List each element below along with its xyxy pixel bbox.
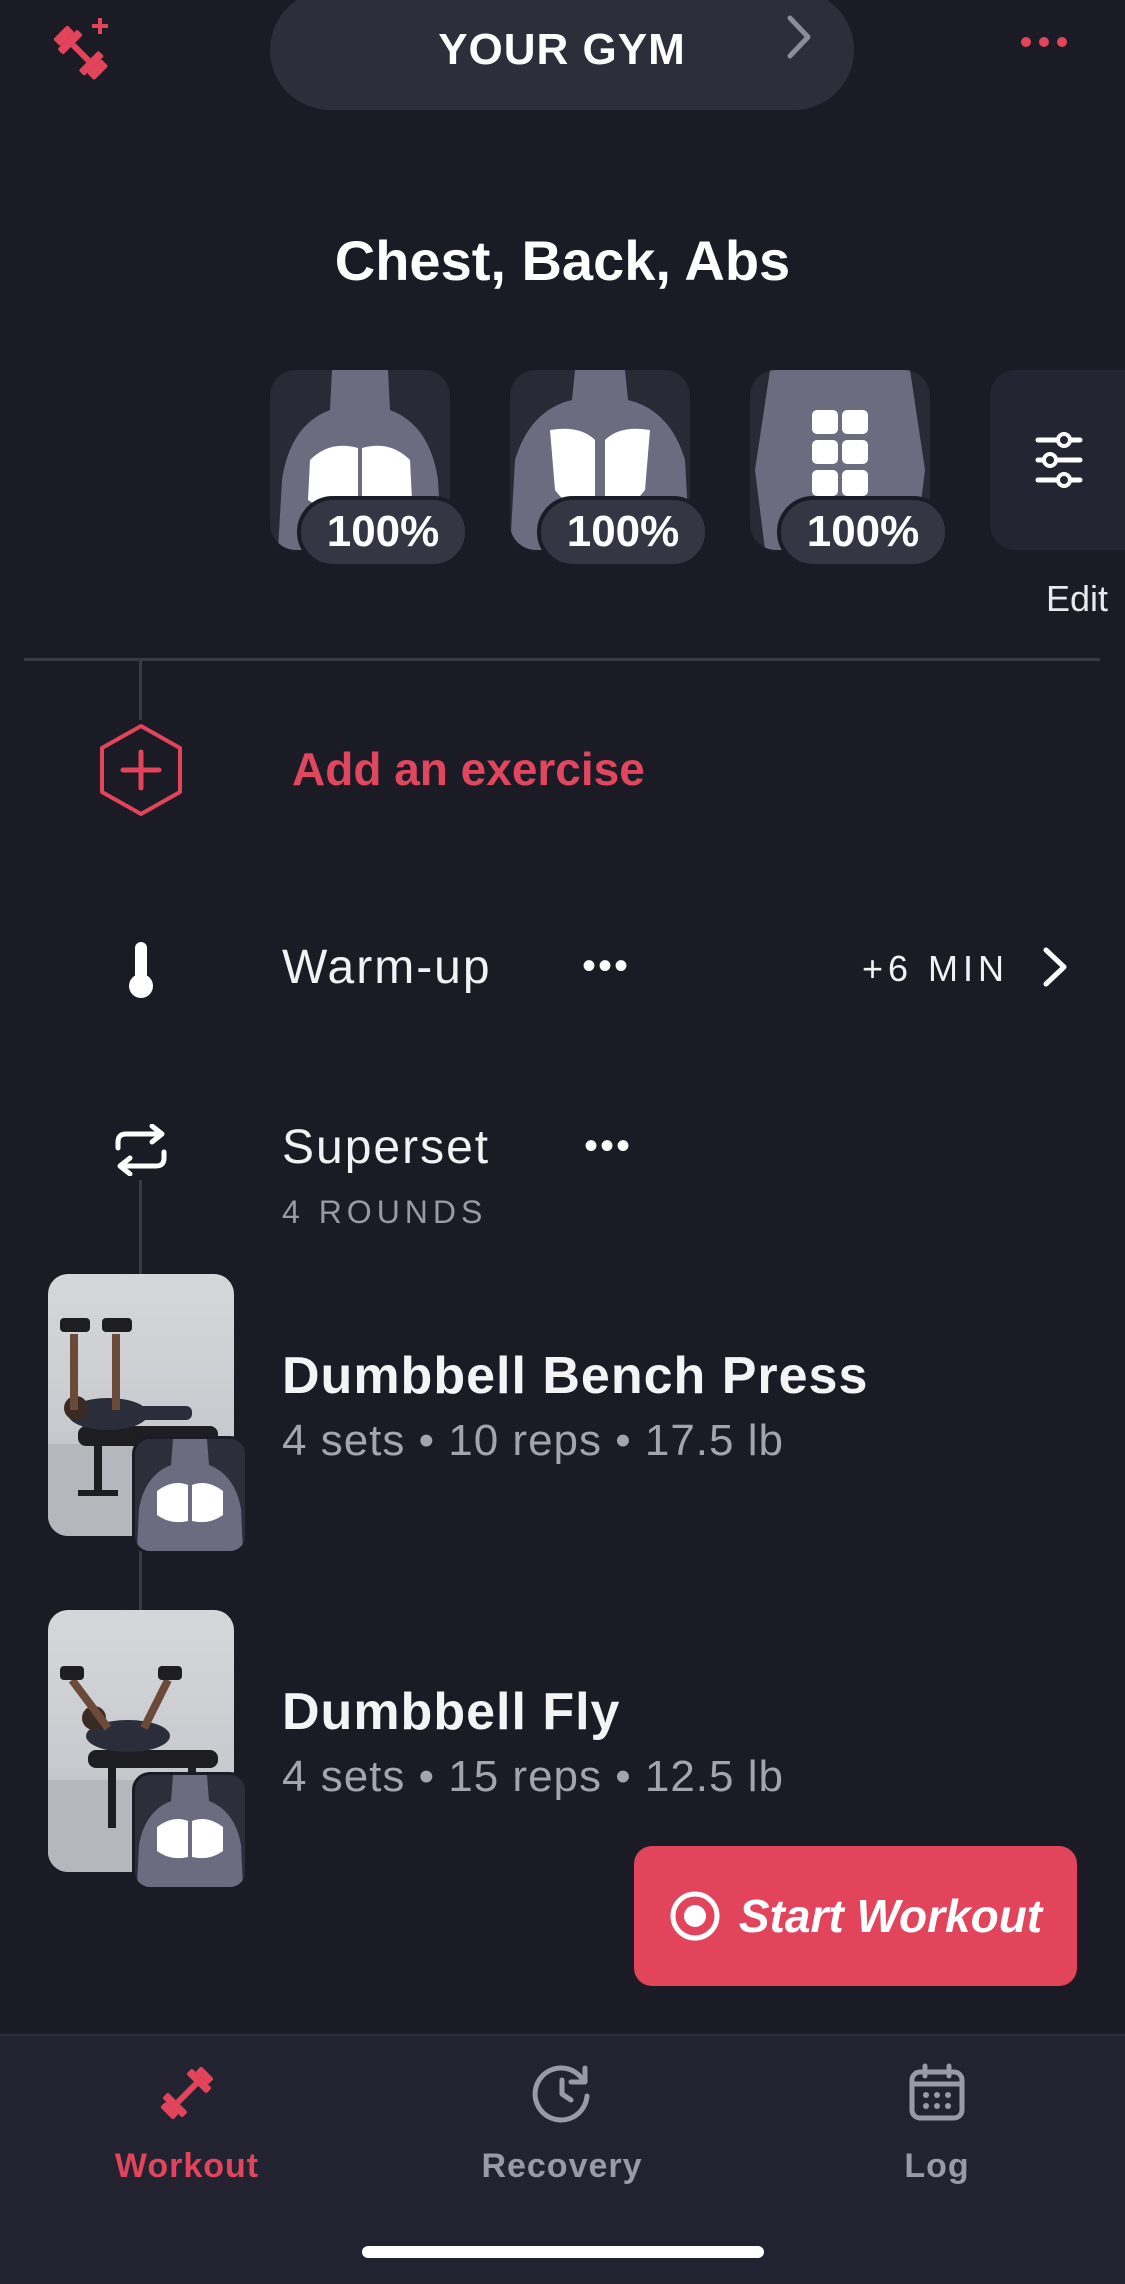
tab-log[interactable]: Log [807, 2062, 1067, 2186]
muscle-percent-badge: 100% [777, 496, 949, 568]
record-icon [670, 1891, 720, 1941]
exercise-muscle-icon [132, 1436, 248, 1554]
tab-workout[interactable]: Workout [57, 2062, 317, 2186]
divider [24, 658, 1100, 661]
gym-selector-button[interactable]: YOUR GYM [270, 0, 854, 110]
gym-settings-icon[interactable] [50, 14, 120, 89]
recovery-clock-icon [532, 2065, 590, 2123]
edit-muscles-button[interactable] [990, 370, 1125, 550]
superset-label[interactable]: Superset [282, 1120, 490, 1175]
tab-label: Recovery [481, 2147, 643, 2185]
start-workout-button[interactable]: Start Workout [634, 1846, 1077, 1986]
add-exercise-button[interactable]: Add an exercise [292, 742, 645, 796]
sliders-icon [1035, 432, 1083, 488]
tab-recovery[interactable]: Recovery [432, 2062, 692, 2186]
exercise-name[interactable]: Dumbbell Fly [282, 1682, 620, 1742]
tab-label: Log [904, 2147, 970, 2185]
gym-label: YOUR GYM [438, 25, 686, 74]
superset-rounds: 4 ROUNDS [282, 1194, 488, 1230]
chevron-right-icon [784, 12, 814, 67]
superset-more-icon[interactable]: ••• [584, 1124, 632, 1169]
repeat-icon [112, 1123, 170, 1181]
muscle-percent-badge: 100% [537, 496, 709, 568]
exercise-muscle-icon [132, 1772, 248, 1890]
exercise-detail: 4 sets • 10 reps • 17.5 lb [282, 1416, 784, 1465]
chevron-right-icon[interactable] [1040, 944, 1070, 995]
warmup-label[interactable]: Warm-up [282, 940, 492, 995]
workout-title: Chest, Back, Abs [334, 229, 791, 292]
start-workout-label: Start Workout [738, 1890, 1043, 1942]
timeline-line [139, 660, 142, 720]
add-exercise-icon[interactable] [96, 722, 186, 823]
calendar-icon [909, 2063, 965, 2121]
muscle-percent-badge: 100% [297, 496, 469, 568]
dumbbell-icon [160, 2066, 214, 2120]
home-indicator [362, 2246, 764, 2258]
exercise-detail: 4 sets • 15 reps • 12.5 lb [282, 1752, 784, 1801]
exercise-name[interactable]: Dumbbell Bench Press [282, 1346, 868, 1406]
tab-label: Workout [114, 2147, 260, 2185]
warmup-more-icon[interactable]: ••• [582, 944, 630, 989]
more-options-icon[interactable] [1016, 32, 1076, 57]
edit-label: Edit [1046, 578, 1109, 619]
thermometer-icon [126, 940, 156, 1005]
warmup-duration: +6 MIN [862, 948, 1010, 989]
